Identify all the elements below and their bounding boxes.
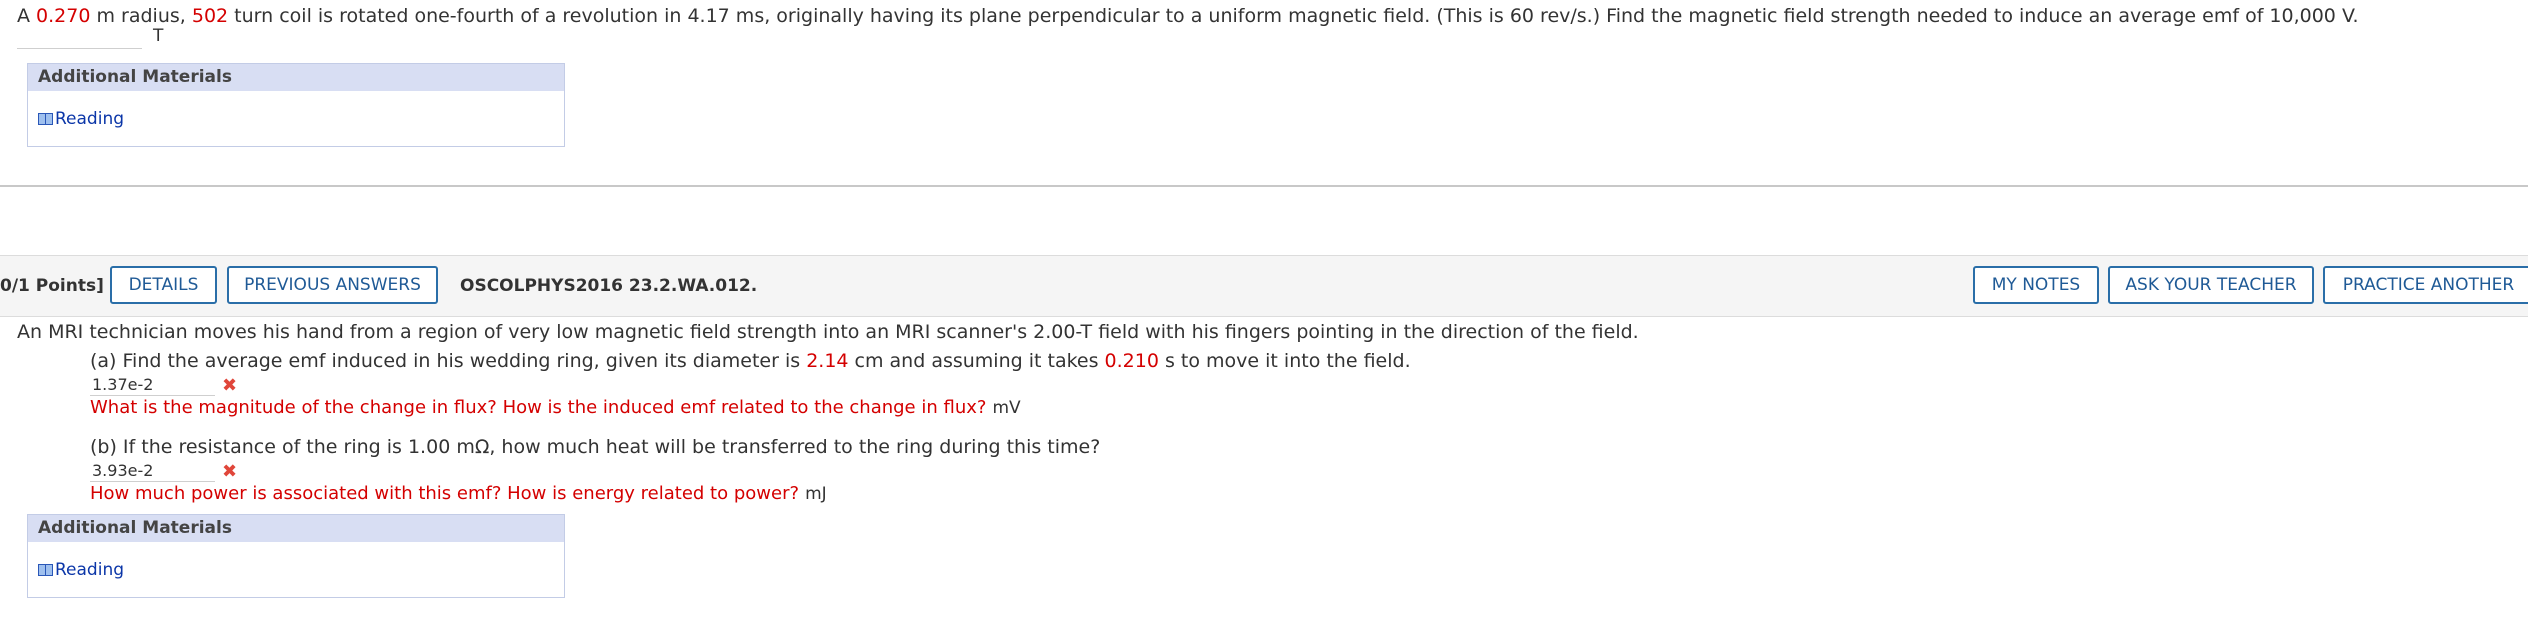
details-button[interactable]: DETAILS [110,266,217,304]
radius-value: 0.270 [36,5,90,27]
diameter-value: 2.14 [806,350,848,372]
points-label: 0/1 Points] [0,256,104,316]
part-a-text-a: (a) Find the average emf induced in his … [90,350,806,372]
incorrect-x-icon: ✖ [222,375,237,396]
additional-materials-panel-2: Additional Materials Reading [27,514,565,598]
part-a-text-b: cm and assuming it takes [849,350,1105,372]
time-value: 0.210 [1105,350,1159,372]
previous-answers-button[interactable]: PREVIOUS ANSWERS [227,266,438,304]
question-id: OSCOLPHYS2016 23.2.WA.012. [460,256,757,316]
book-icon [38,564,53,576]
part-b-answer-input[interactable] [90,460,215,482]
question-toolbar: 0/1 Points] DETAILS PREVIOUS ANSWERS OSC… [0,255,2528,317]
incorrect-x-icon: ✖ [222,461,237,482]
question1-answer-input[interactable] [17,27,142,49]
part-a-answer-input[interactable] [90,374,215,396]
additional-materials-heading: Additional Materials [28,515,564,542]
book-icon [38,113,53,125]
reading-link[interactable]: Reading [38,560,124,580]
part-b-text: (b) If the resistance of the ring is 1.0… [90,436,1100,458]
question2-intro: An MRI technician moves his hand from a … [17,321,1639,343]
part-a-unit: mV [993,398,1021,418]
my-notes-button[interactable]: MY NOTES [1973,266,2099,304]
question1-text-c: turn coil is rotated one-fourth of a rev… [228,5,2358,27]
question1-text-a: A [17,5,36,27]
part-a-hint: What is the magnitude of the change in f… [90,397,986,418]
additional-materials-panel-1: Additional Materials Reading [27,63,565,147]
reading-link-label: Reading [55,109,124,129]
additional-materials-body: Reading [28,542,564,597]
question-divider [0,185,2528,187]
part-a-text: (a) Find the average emf induced in his … [90,350,1411,372]
additional-materials-body: Reading [28,91,564,146]
part-a-text-c: s to move it into the field. [1159,350,1411,372]
question1-unit: T [153,26,163,46]
turns-value: 502 [192,5,228,27]
ask-your-teacher-button[interactable]: ASK YOUR TEACHER [2108,266,2314,304]
part-a-hint-line: What is the magnitude of the change in f… [90,396,1021,418]
part-b-unit: mJ [805,484,827,504]
question1-text-b: m radius, [90,5,191,27]
part-b-hint: How much power is associated with this e… [90,483,799,504]
additional-materials-heading: Additional Materials [28,64,564,91]
reading-link-label: Reading [55,560,124,580]
part-b-hint-line: How much power is associated with this e… [90,482,827,504]
question1-text: A 0.270 m radius, 502 turn coil is rotat… [17,5,2359,27]
reading-link[interactable]: Reading [38,109,124,129]
practice-another-button[interactable]: PRACTICE ANOTHER [2323,266,2528,304]
